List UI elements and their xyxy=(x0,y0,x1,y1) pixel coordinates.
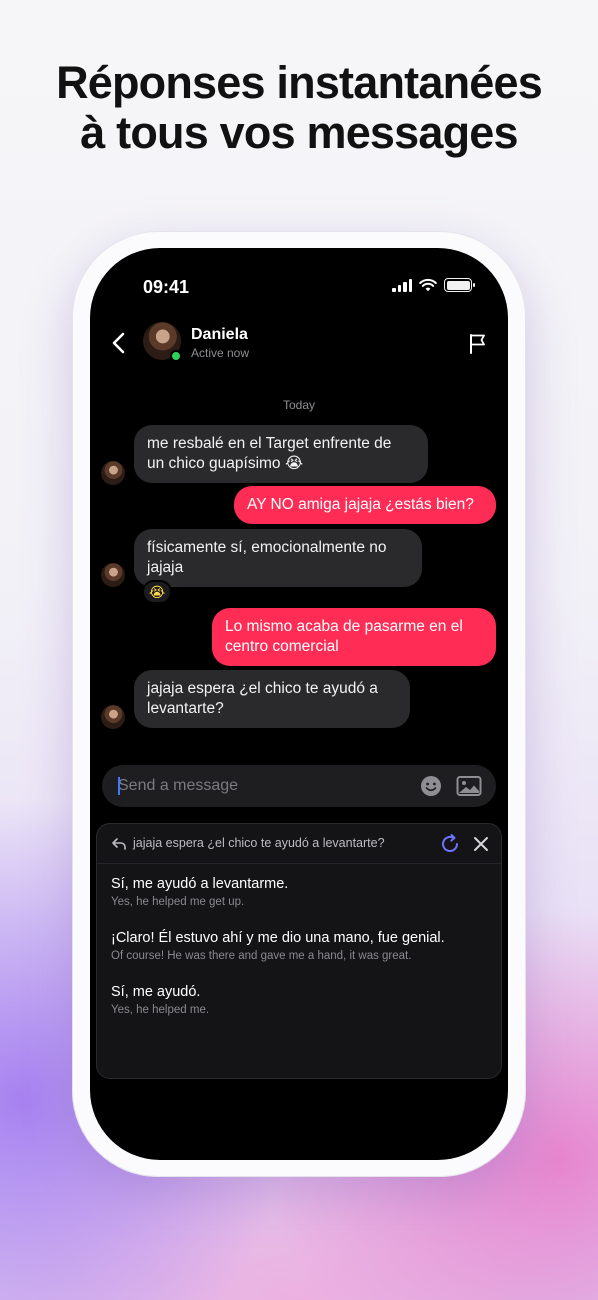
message-text: me resbalé en el Target enfrente de xyxy=(147,435,392,452)
suggestion-text: Sí, me ayudó. xyxy=(111,984,201,1000)
message-text: un chico guapísimo 😭 xyxy=(147,455,303,472)
sender-avatar xyxy=(101,705,125,729)
message-text: jajaja espera ¿el chico te ayudó a xyxy=(147,680,378,697)
message-text: físicamente sí, emocionalmente no xyxy=(147,539,387,556)
close-icon[interactable] xyxy=(471,834,491,854)
reply-icon xyxy=(112,838,126,850)
message-input[interactable] xyxy=(118,765,408,807)
battery-icon xyxy=(444,278,475,292)
signal-icon xyxy=(392,278,412,292)
contact-name[interactable]: Daniela xyxy=(191,326,248,344)
phone-screen: 09:41 Daniela Active now Today me resbal… xyxy=(90,248,508,1160)
message-text: Lo mismo acaba de pasarme en el xyxy=(225,618,463,635)
message-text: centro comercial xyxy=(225,638,339,655)
status-icons xyxy=(392,278,475,292)
message-text: jajaja xyxy=(147,559,184,576)
sender-avatar xyxy=(101,461,125,485)
message-bubble-outgoing[interactable]: AY NO amiga jajaja ¿estás bien? xyxy=(234,486,496,524)
reply-suggestion[interactable]: ¡Claro! Él estuvo ahí y me dio una mano,… xyxy=(111,930,491,962)
message-text: AY NO amiga jajaja ¿estás bien? xyxy=(247,496,474,513)
message-bubble-incoming[interactable]: físicamente sí, emocionalmente no jajaja xyxy=(134,529,422,587)
back-chevron-icon[interactable] xyxy=(108,330,130,356)
wifi-icon xyxy=(419,278,437,292)
flag-icon[interactable] xyxy=(468,332,488,354)
reply-suggestion[interactable]: Sí, me ayudó. Yes, he helped me. xyxy=(111,984,491,1016)
suggestion-translation: Of course! He was there and gave me a ha… xyxy=(111,950,412,962)
chat-header: Daniela Active now xyxy=(90,318,508,368)
headline: Réponses instantanées à tous vos message… xyxy=(0,58,598,158)
message-bubble-outgoing[interactable]: Lo mismo acaba de pasarme en el centro c… xyxy=(212,608,496,666)
status-bar: 09:41 xyxy=(90,248,508,308)
reply-suggestions-panel: jajaja espera ¿el chico te ayudó a levan… xyxy=(96,823,502,1079)
message-composer xyxy=(102,765,496,807)
quoted-message: jajaja espera ¿el chico te ayudó a levan… xyxy=(133,836,385,850)
image-icon[interactable] xyxy=(456,775,482,797)
text-caret xyxy=(118,777,120,795)
headline-line-1: Réponses instantanées xyxy=(56,57,543,108)
reply-suggestion[interactable]: Sí, me ayudó a levantarme. Yes, he helpe… xyxy=(111,876,491,908)
refresh-icon[interactable] xyxy=(439,833,461,855)
headline-line-2: à tous vos messages xyxy=(80,107,518,158)
emoji-icon[interactable] xyxy=(420,775,442,797)
status-time: 09:41 xyxy=(143,277,190,297)
suggestion-text: Sí, me ayudó a levantarme. xyxy=(111,876,289,892)
message-bubble-incoming[interactable]: me resbalé en el Target enfrente de un c… xyxy=(134,425,428,483)
message-text: levantarte? xyxy=(147,700,224,717)
message-reaction[interactable]: 😭 xyxy=(142,580,172,604)
day-separator: Today xyxy=(282,398,316,412)
online-indicator xyxy=(170,350,182,362)
suggestion-translation: Yes, he helped me get up. xyxy=(111,896,245,908)
suggestion-text: ¡Claro! Él estuvo ahí y me dio una mano,… xyxy=(111,930,445,946)
sender-avatar xyxy=(101,563,125,587)
suggestion-translation: Yes, he helped me. xyxy=(111,1004,210,1016)
panel-header: jajaja espera ¿el chico te ayudó a levan… xyxy=(97,824,501,864)
message-bubble-incoming[interactable]: jajaja espera ¿el chico te ayudó a levan… xyxy=(134,670,410,728)
contact-status: Active now xyxy=(191,346,250,360)
